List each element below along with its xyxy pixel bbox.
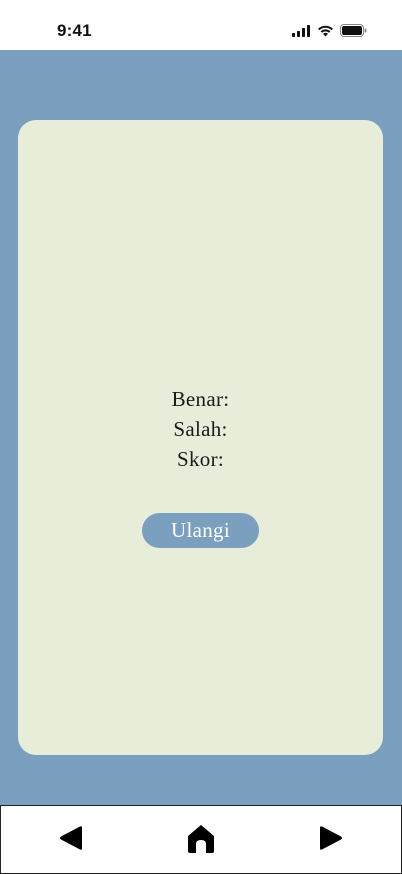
wrong-label: Salah:	[173, 417, 228, 441]
back-button[interactable]	[55, 824, 87, 856]
app-screen: 9:41 Benar: Salah: Skor: Ulangi	[0, 0, 402, 874]
status-icons	[292, 24, 367, 42]
status-bar: 9:41	[0, 0, 402, 50]
cellular-signal-icon	[292, 24, 311, 42]
retry-button[interactable]: Ulangi	[142, 513, 259, 548]
home-icon	[185, 822, 217, 859]
battery-icon	[340, 24, 367, 42]
status-time: 9:41	[57, 21, 92, 40]
correct-label: Benar:	[171, 387, 230, 411]
home-button[interactable]	[185, 824, 217, 856]
bottom-nav	[0, 805, 402, 874]
score-label: Skor:	[176, 447, 224, 471]
result-card: Benar: Salah: Skor: Ulangi	[18, 120, 383, 755]
forward-button[interactable]	[315, 824, 347, 856]
content-area: Benar: Salah: Skor: Ulangi	[0, 50, 402, 805]
wifi-icon	[317, 24, 334, 42]
back-icon	[58, 824, 84, 857]
forward-icon	[318, 824, 344, 857]
